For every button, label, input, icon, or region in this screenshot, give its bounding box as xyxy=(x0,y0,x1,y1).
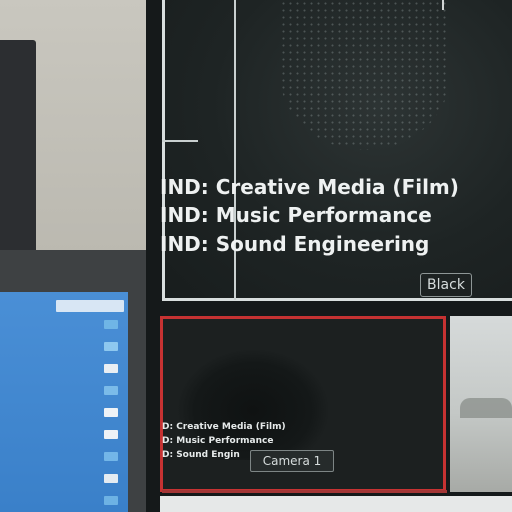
program-title-line: IND: Sound Engineering xyxy=(160,232,430,256)
file-icon[interactable] xyxy=(104,408,118,417)
preview-title-line: D: Sound Engin xyxy=(162,450,240,460)
file-icon[interactable] xyxy=(104,364,118,373)
guide-tick xyxy=(162,140,198,142)
camera-subject xyxy=(460,398,512,418)
background-dot-pattern xyxy=(280,0,450,150)
folder-icon[interactable] xyxy=(104,342,118,351)
folder-icon[interactable] xyxy=(104,320,118,329)
folder-icon[interactable] xyxy=(104,386,118,395)
black-button[interactable]: Black xyxy=(420,273,472,297)
guide-tick xyxy=(442,0,444,10)
laptop-window-bar xyxy=(56,300,124,312)
preview-border xyxy=(162,490,447,493)
preview-title-line: D: Creative Media (Film) xyxy=(162,422,286,432)
camera-label: Camera 1 xyxy=(250,450,334,472)
preview-title-line: D: Music Performance xyxy=(162,436,274,446)
folder-icon[interactable] xyxy=(104,452,118,461)
program-title-line: IND: Music Performance xyxy=(160,203,432,227)
speaker xyxy=(0,40,36,270)
laptop-desktop-icons xyxy=(104,320,122,510)
program-title-line: IND: Creative Media (Film) xyxy=(160,175,459,199)
file-icon[interactable] xyxy=(104,430,118,439)
multiview-bottom-strip xyxy=(160,496,512,512)
file-icon[interactable] xyxy=(104,474,118,483)
folder-icon[interactable] xyxy=(104,496,118,505)
program-border xyxy=(162,298,512,301)
